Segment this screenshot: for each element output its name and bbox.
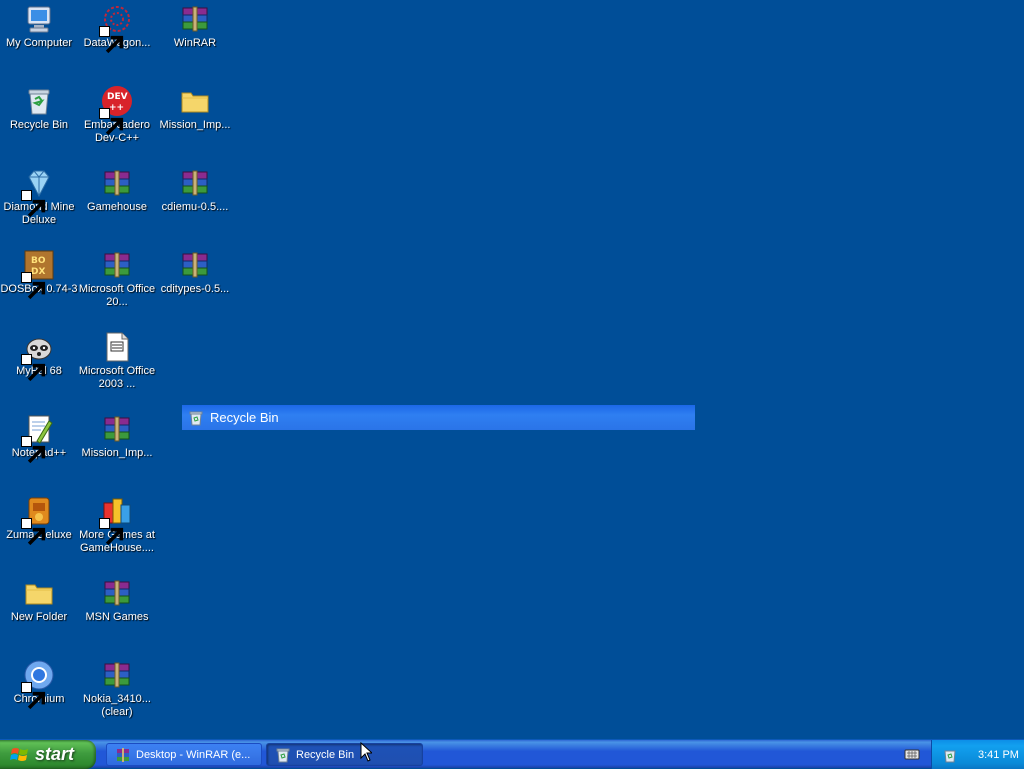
winrar-archive-icon [179,3,211,35]
start-button[interactable]: start [0,740,96,769]
drag-ghost-label: Recycle Bin [210,410,279,425]
shortcut-arrow-icon [21,436,46,464]
windows-flag-icon [10,747,28,761]
desktop-icon-label: Gamehouse [87,201,147,213]
desktop-icon-datawagon[interactable]: DataWagon... [78,3,156,54]
my-computer-icon [23,3,55,35]
desktop-icon-label: Microsoft Office 20... [78,283,156,308]
desktop-icon-dev-cpp[interactable]: DEV ++ Embarcadero Dev-C++ [78,85,156,145]
dev-cpp-icon: DEV ++ [99,85,133,136]
desktop-icon-diamond-mine[interactable]: Diamond Mine Deluxe [0,167,78,227]
desktop-icon-microsoft-office-2003[interactable]: Microsoft Office 2003 ... [78,331,156,391]
desktop-icon-label: cdiemu-0.5.... [161,201,229,213]
shortcut-arrow-icon [99,108,124,136]
winrar-archive-icon [115,747,131,763]
desktop-icon-gamehouse[interactable]: Gamehouse [78,167,156,214]
winrar-archive-icon [101,249,133,281]
desktop-icon-notepad-plus-plus[interactable]: Notepad++ [0,413,78,464]
desktop-icon-msn-games[interactable]: MSN Games [78,577,156,624]
winrar-archive-icon [179,167,211,199]
network-icon[interactable] [942,747,958,763]
desktop-icon-mission-imp-archive[interactable]: Mission_Imp... [78,413,156,460]
desktop-icon-label: Microsoft Office 2003 ... [78,365,156,390]
desktop-icon-my-computer[interactable]: My Computer [0,3,78,50]
shortcut-arrow-icon [21,190,46,218]
keyboard-icon[interactable] [904,746,920,762]
shortcut-arrow-icon [99,26,124,54]
taskbar-button-label: Recycle Bin [296,748,355,761]
shortcut-arrow-icon [21,518,46,546]
system-tray: 3:41 PM [931,740,1024,769]
winrar-archive-icon [101,659,133,691]
recycle-bin-icon [189,411,203,425]
start-label: start [35,744,75,764]
desktop-icon-new-folder[interactable]: New Folder [0,577,78,624]
winrar-archive-icon [101,413,133,445]
document-icon [101,331,133,363]
datawagon-icon [99,3,133,54]
diamond-icon [21,167,55,218]
shortcut-arrow-icon [99,518,124,546]
desktop-icon-label: My Computer [5,37,73,49]
desktop-icon-cditypes[interactable]: cditypes-0.5... [156,249,234,296]
recycle-bin-icon [275,747,291,763]
winrar-archive-icon [179,249,211,281]
desktop-icon-more-games[interactable]: More Games at GameHouse.... [78,495,156,555]
desktop-icon-mypal[interactable]: MyPal 68 [0,331,78,382]
desktop-icon-label: New Folder [10,611,68,623]
desktop-icon-label: Nokia_3410... (clear) [83,693,151,718]
taskbar-button-recycle-bin[interactable]: Recycle Bin [266,743,423,766]
desktop[interactable]: My Computer Recycle Bin Diamond Mine Del… [0,0,1024,739]
zuma-icon [21,495,55,546]
desktop-icon-zuma-deluxe[interactable]: Zuma Deluxe [0,495,78,546]
chromium-icon [21,659,55,710]
desktop-icon-mission-imp-folder[interactable]: Mission_Imp... [156,85,234,132]
shortcut-arrow-icon [21,354,46,382]
gamehouse-icon [99,495,133,546]
desktop-icon-nokia-3410[interactable]: Nokia_3410... (clear) [78,659,156,719]
desktop-icon-cdiemu[interactable]: cdiemu-0.5.... [156,167,234,214]
mypal-raccoon-icon [21,331,55,382]
taskbar-button-winrar[interactable]: Desktop - WinRAR (e... [106,743,262,766]
desktop-icon-microsoft-office-archive[interactable]: Microsoft Office 20... [78,249,156,309]
desktop-icon-label: WinRAR [173,37,217,49]
shortcut-arrow-icon [21,682,46,710]
winrar-archive-icon [101,167,133,199]
desktop-icon-dosbox[interactable]: BO DX DOSBox 0.74-3 [0,249,78,300]
notepad-plus-plus-icon [21,413,55,464]
recycle-bin-icon [23,85,55,117]
desktop-icon-recycle-bin[interactable]: Recycle Bin [0,85,78,132]
svg-text:DEV: DEV [107,92,128,102]
desktop-icon-winrar[interactable]: WinRAR [156,3,234,50]
desktop-icon-label: Mission_Imp... [81,447,153,459]
svg-text:BO: BO [31,256,46,266]
winrar-archive-icon [101,577,133,609]
folder-icon [23,577,55,609]
drag-ghost-recycle-bin: Recycle Bin [182,405,695,430]
shortcut-arrow-icon [21,272,46,300]
desktop-icon-label: cditypes-0.5... [160,283,230,295]
desktop-icon-label: Recycle Bin [9,119,69,131]
folder-icon [179,85,211,117]
clock[interactable]: 3:41 PM [978,749,1019,761]
desktop-icon-label: MSN Games [85,611,149,623]
dosbox-icon: BO DX [21,249,55,300]
desktop-icon-label: Mission_Imp... [159,119,231,131]
desktop-icon-chromium[interactable]: Chromium [0,659,78,710]
taskbar-button-label: Desktop - WinRAR (e... [136,748,251,761]
mouse-cursor-icon [360,742,372,762]
taskbar: start Desktop - WinRAR (e... Recycle Bin… [0,739,1024,769]
